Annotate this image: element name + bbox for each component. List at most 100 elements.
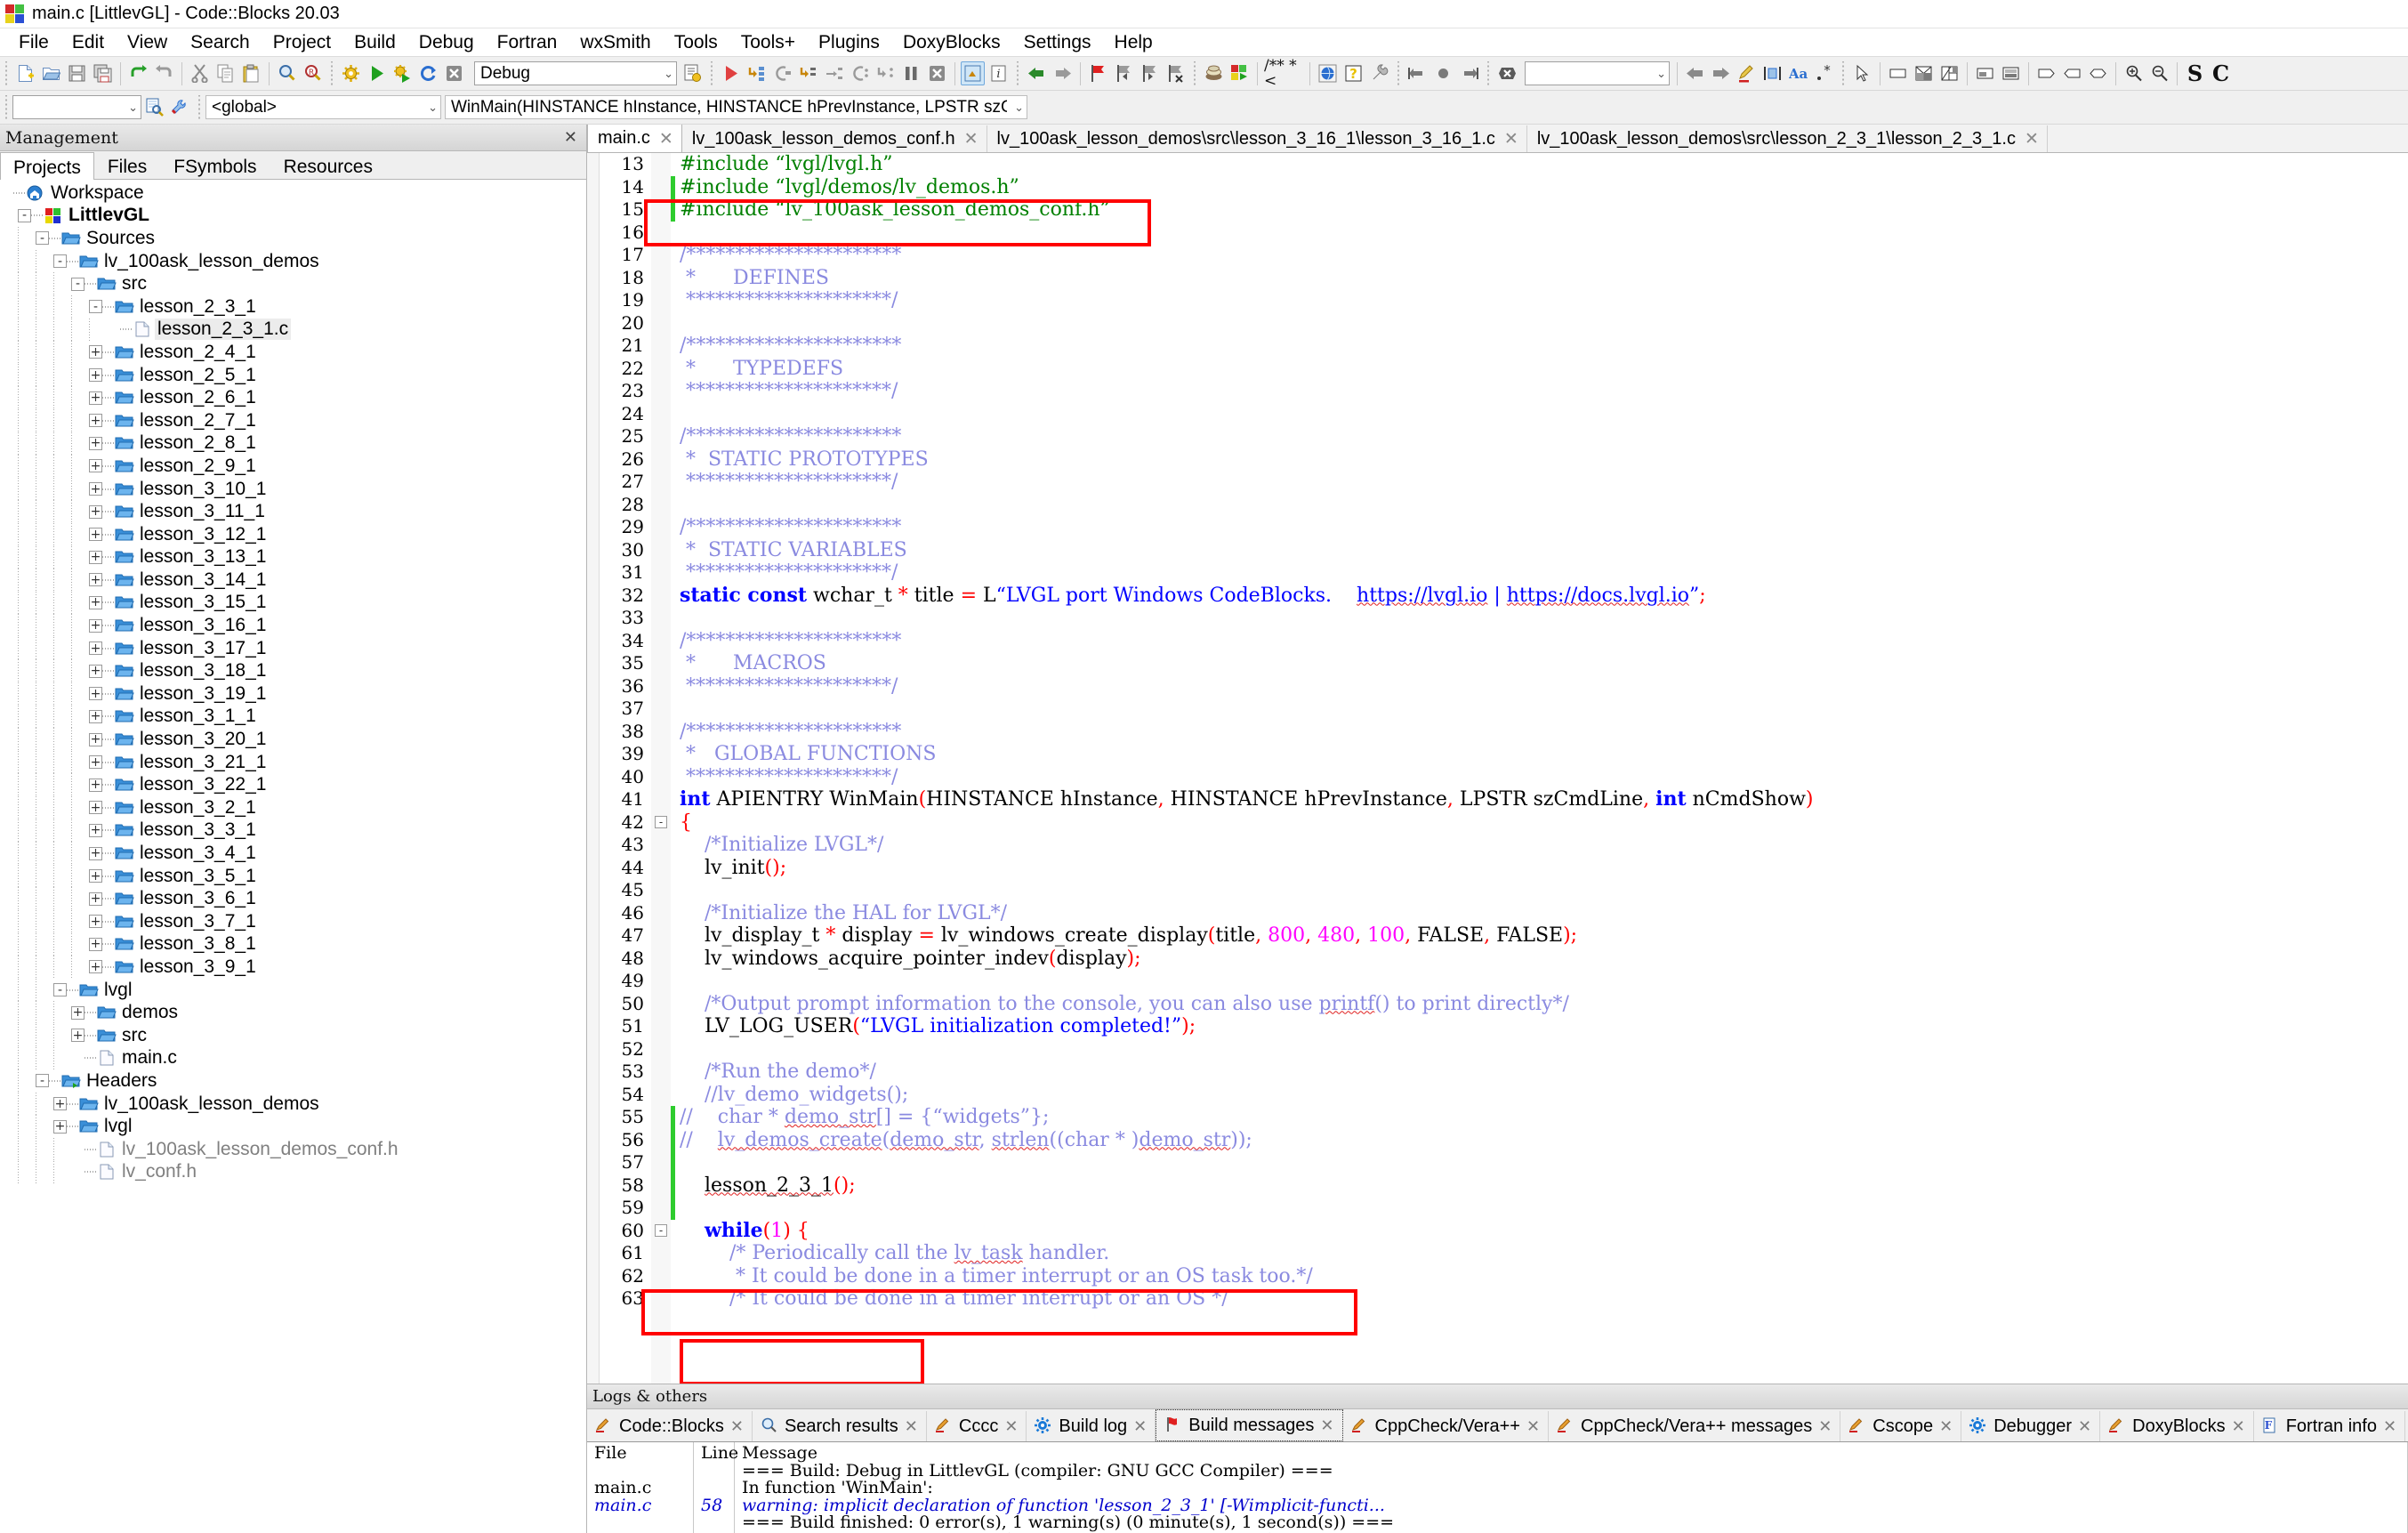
tree-expander[interactable]: + <box>89 892 102 906</box>
tree-item[interactable]: + lesson_3_13_1 <box>0 545 586 569</box>
shape-both-icon[interactable] <box>2086 61 2110 85</box>
tree-expander[interactable]: + <box>89 414 102 428</box>
tree-expander[interactable]: + <box>89 846 102 860</box>
fold-cell[interactable] <box>651 585 671 608</box>
fold-cell[interactable] <box>651 630 671 653</box>
fold-cell[interactable] <box>651 471 671 494</box>
build-and-run-icon[interactable] <box>391 61 415 85</box>
tree-expander[interactable]: - <box>36 1074 49 1088</box>
code-line[interactable]: /********************** <box>671 335 2408 358</box>
tree-item[interactable]: - LittlevGL <box>0 205 586 228</box>
jump-end-icon[interactable] <box>1457 61 1481 85</box>
editor-tab[interactable]: lv_100ask_lesson_demos\src\lesson_3_16_1… <box>987 125 1527 152</box>
code-line[interactable] <box>671 607 2408 630</box>
clear-bookmarks-icon[interactable] <box>1164 61 1188 85</box>
tree-item[interactable]: + lesson_3_19_1 <box>0 682 586 706</box>
code-line[interactable]: *********************/ <box>671 289 2408 312</box>
fold-cell[interactable] <box>651 267 671 290</box>
fold-cell[interactable] <box>651 561 671 585</box>
code-line[interactable] <box>671 698 2408 721</box>
copy-icon[interactable] <box>213 61 238 85</box>
tree-expander[interactable]: + <box>71 1029 85 1043</box>
close-icon[interactable]: ✕ <box>2078 1417 2091 1436</box>
next-bookmark-icon[interactable] <box>1138 61 1162 85</box>
fold-cell[interactable] <box>651 222 671 245</box>
tree-expander[interactable]: + <box>89 801 102 815</box>
menu-item-debug[interactable]: Debug <box>407 30 486 55</box>
management-tab-resources[interactable]: Resources <box>270 151 386 179</box>
info-icon[interactable]: i <box>987 61 1011 85</box>
tree-expander[interactable]: + <box>89 528 102 542</box>
function-combo[interactable]: WinMain(HINSTANCE hInstance, HINSTANCE h… <box>445 95 1027 119</box>
configure-icon[interactable] <box>168 95 192 119</box>
step-out-icon[interactable] <box>796 61 820 85</box>
undo-icon[interactable] <box>126 61 150 85</box>
tree-item[interactable]: + lesson_3_8_1 <box>0 932 586 956</box>
menu-item-view[interactable]: View <box>116 30 179 55</box>
pencil-edit-icon[interactable] <box>1735 61 1759 85</box>
tree-item[interactable]: + lesson_3_6_1 <box>0 887 586 910</box>
tree-item[interactable]: + lesson_3_5_1 <box>0 864 586 888</box>
fold-cell[interactable] <box>651 1242 671 1265</box>
tree-item[interactable]: + lv_100ask_lesson_demos <box>0 1092 586 1116</box>
run-icon[interactable] <box>365 61 389 85</box>
code-line[interactable]: //lv_demo_widgets(); <box>671 1084 2408 1107</box>
fold-cell[interactable] <box>651 652 671 675</box>
tree-item[interactable]: - lesson_2_3_1 <box>0 294 586 319</box>
close-icon[interactable]: ✕ <box>2383 1417 2396 1436</box>
tree-item[interactable]: + lesson_3_4_1 <box>0 842 586 865</box>
fold-cell[interactable] <box>651 244 671 267</box>
close-icon[interactable]: ✕ <box>730 1417 744 1436</box>
logs-tab[interactable]: Debugger ✕ <box>1961 1411 2101 1441</box>
tree-expander[interactable]: + <box>89 345 102 359</box>
code-line[interactable]: /********************** <box>671 630 2408 653</box>
tree-item[interactable]: + lesson_3_20_1 <box>0 728 586 751</box>
logs-tab[interactable]: DoxyBlocks ✕ <box>2100 1411 2254 1441</box>
close-icon[interactable]: ✕ <box>1526 1417 1540 1436</box>
menu-item-wxsmith[interactable]: wxSmith <box>568 30 662 55</box>
fold-cell[interactable] <box>651 993 671 1016</box>
close-icon[interactable]: ✕ <box>1818 1417 1832 1436</box>
fold-cell[interactable] <box>651 335 671 358</box>
replace-icon[interactable]: R <box>301 61 325 85</box>
fold-cell[interactable] <box>651 448 671 472</box>
fold-cell[interactable] <box>651 902 671 925</box>
tree-item[interactable]: + lesson_3_11_1 <box>0 500 586 523</box>
record-icon[interactable] <box>1431 61 1455 85</box>
splitter-icon[interactable] <box>1912 61 1936 85</box>
toolbar-grip-find[interactable] <box>3 94 10 120</box>
toggle-bookmark-icon[interactable] <box>1086 61 1110 85</box>
close-icon[interactable]: ✕ <box>1133 1417 1147 1436</box>
menu-item-tools[interactable]: Tools <box>663 30 729 55</box>
forward-icon[interactable] <box>1051 61 1075 85</box>
close-icon[interactable]: ✕ <box>905 1417 918 1436</box>
code-line[interactable]: // lv_demos_create(demo_str, strlen((cha… <box>671 1128 2408 1151</box>
toolbar-grip-wxsmith[interactable] <box>1840 61 1847 86</box>
code-line[interactable]: *********************/ <box>671 471 2408 494</box>
logs-tab[interactable]: Cccc ✕ <box>927 1411 1027 1441</box>
code-line[interactable] <box>671 403 2408 426</box>
find-icon[interactable] <box>275 61 299 85</box>
menu-item-plugins[interactable]: Plugins <box>807 30 891 55</box>
close-icon[interactable]: ✕ <box>1320 1416 1333 1435</box>
menu-item-doxyblocks[interactable]: DoxyBlocks <box>891 30 1012 55</box>
code-line[interactable]: * TYPEDEFS <box>671 358 2408 381</box>
fold-cell[interactable] <box>651 1265 671 1288</box>
rebuild-icon[interactable] <box>416 61 440 85</box>
tree-item[interactable]: + lesson_3_10_1 <box>0 477 586 501</box>
shape-left-icon[interactable] <box>2060 61 2084 85</box>
search-input[interactable]: ⌄ <box>12 95 141 119</box>
fold-cell[interactable] <box>651 403 671 426</box>
code-editor[interactable]: 13 14 15 16 17 18 19 20 21 22 23 24 25 26 27 28 29 30 31 32… <box>587 153 2408 1384</box>
fold-cell[interactable] <box>651 516 671 539</box>
fold-cell[interactable] <box>651 1129 671 1152</box>
tree-expander[interactable]: + <box>89 937 102 951</box>
fold-cell[interactable] <box>651 675 671 698</box>
tree-item[interactable]: + lesson_3_18_1 <box>0 659 586 683</box>
tree-item[interactable]: lesson_2_3_1.c <box>0 318 586 342</box>
code-line[interactable]: /*Initialize LVGL*/ <box>671 834 2408 857</box>
tree-item[interactable]: + lesson_3_3_1 <box>0 819 586 843</box>
fold-cell[interactable] <box>651 1015 671 1038</box>
doxyblocks-extract-icon[interactable] <box>1228 61 1252 85</box>
fold-cell[interactable] <box>651 380 671 403</box>
